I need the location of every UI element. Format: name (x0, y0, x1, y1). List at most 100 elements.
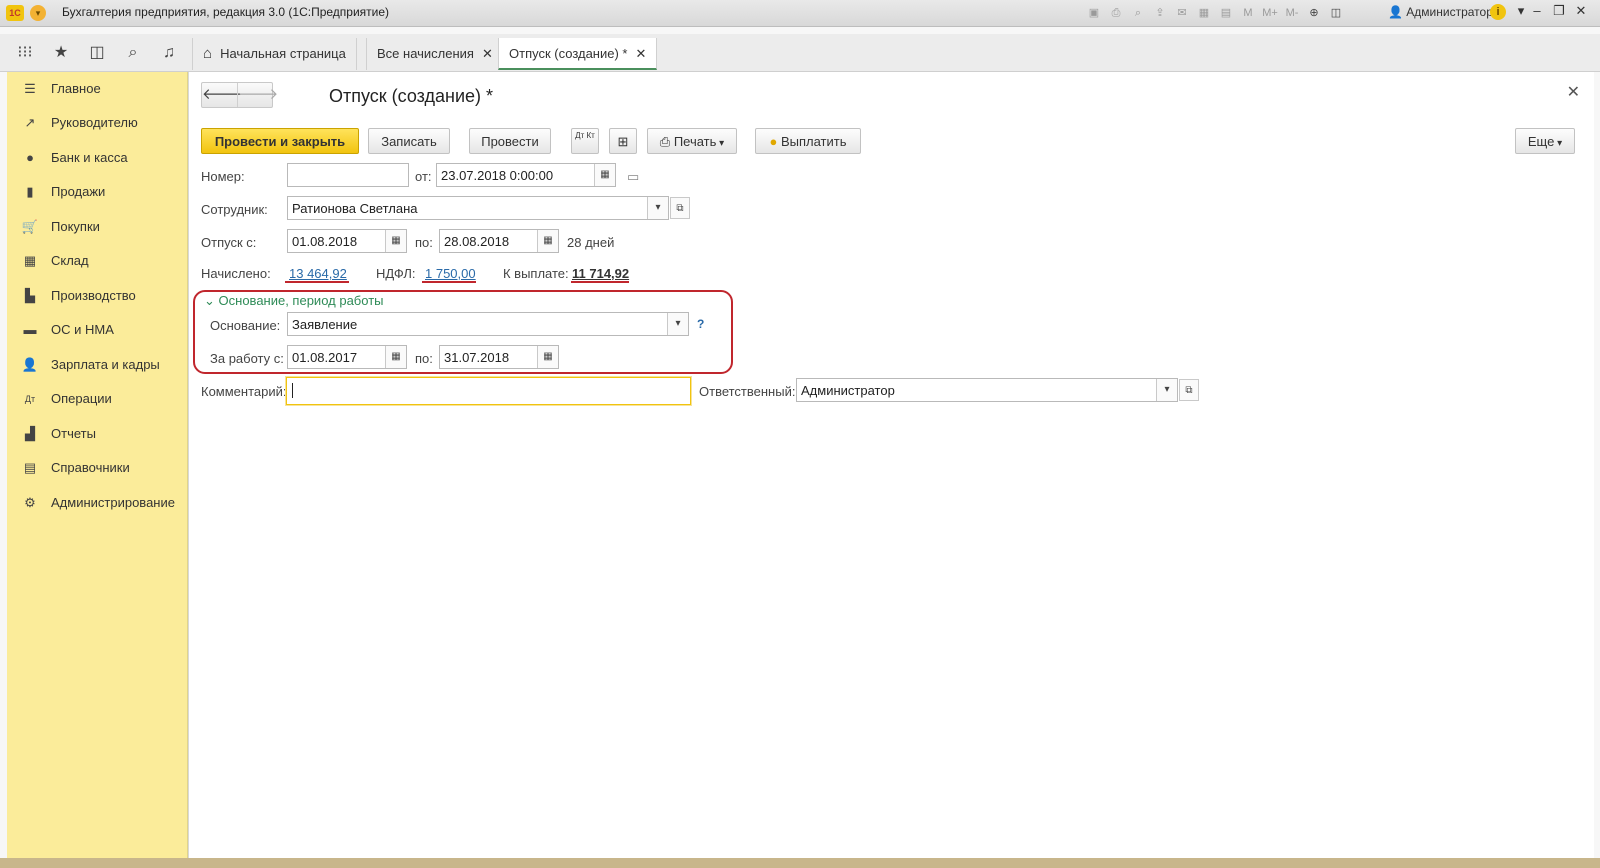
close-window-icon[interactable]: ✕ (1572, 3, 1590, 19)
sidebar-item-warehouse[interactable]: ▦ Склад (7, 248, 187, 274)
vacation-to-label: по: (415, 235, 433, 250)
upload-icon[interactable]: ⇪ (1151, 4, 1169, 22)
chevron-down-icon[interactable]: ▾ (1156, 379, 1177, 401)
memory-m-button[interactable]: M (1239, 4, 1257, 22)
restore-icon[interactable]: ❐ (1550, 3, 1568, 19)
number-label: Номер: (201, 169, 245, 184)
group-basis-period[interactable]: ⌄ Основание, период работы (204, 293, 384, 309)
gear-icon: ⚙ (24, 495, 36, 510)
to-pay-value: 11 714,92 (572, 266, 630, 281)
tab-label: Начальная страница (220, 46, 346, 61)
calendar-icon[interactable]: ▦ (594, 164, 615, 186)
history-icon[interactable]: ◫ (87, 43, 107, 63)
vacation-from-field[interactable]: 01.08.2018 ▦ (287, 229, 407, 253)
work-to-field[interactable]: 31.07.2018 ▦ (439, 345, 559, 369)
print-button[interactable]: ⎙ Печать (647, 128, 737, 154)
text-cursor (292, 383, 297, 398)
employee-field[interactable]: Ратионова Светлана ▾ (287, 196, 669, 220)
memory-plus-button[interactable]: M+ (1261, 4, 1279, 22)
from-label: от: (415, 169, 432, 184)
sidebar-item-sales[interactable]: ▮ Продажи (7, 179, 187, 205)
number-field[interactable] (287, 163, 409, 187)
person-icon: 👤 (21, 357, 39, 372)
ndfl-highlight (422, 281, 476, 283)
close-form-icon[interactable]: ✕ (1567, 82, 1580, 102)
sidebar-item-reports[interactable]: ▟ Отчеты (7, 421, 187, 447)
favorites-star-icon[interactable]: ★ (51, 43, 71, 63)
calendar-icon[interactable]: ▦ (537, 230, 558, 252)
details-icon[interactable]: ▭ (627, 169, 639, 185)
work-from-label: За работу с: (210, 351, 284, 366)
ndfl-link[interactable]: 1 750,00 (425, 266, 476, 281)
basis-field[interactable]: Заявление ▾ (287, 312, 689, 336)
app-menu-icon[interactable]: ▾ (30, 5, 46, 21)
vacation-days: 28 дней (567, 235, 615, 250)
memory-minus-button[interactable]: M- (1283, 4, 1301, 22)
more-button[interactable]: Еще (1515, 128, 1575, 154)
app-logo-icon[interactable]: 1С (6, 5, 24, 21)
work-from-field[interactable]: 01.08.2017 ▦ (287, 345, 407, 369)
calendar-icon[interactable]: ▦ (537, 346, 558, 368)
responsible-value: Администратор (801, 383, 895, 398)
comment-input[interactable] (286, 377, 691, 405)
sidebar-item-main[interactable]: ☰ Главное (7, 76, 187, 102)
calendar-icon[interactable]: ▦ (385, 230, 406, 252)
vacation-to-field[interactable]: 28.08.2018 ▦ (439, 229, 559, 253)
work-to-label: по: (415, 351, 433, 366)
work-to-value: 31.07.2018 (444, 350, 510, 365)
sidebar-item-director[interactable]: ↗ Руководителю (7, 110, 187, 136)
chevron-down-icon[interactable]: ▾ (667, 313, 688, 335)
post-and-close-button[interactable]: Провести и закрыть (201, 128, 359, 154)
dt-kt-postings-button[interactable]: Дт Кт (571, 128, 599, 154)
accrued-link[interactable]: 13 464,92 (289, 266, 347, 281)
tab-home[interactable]: ⌂ Начальная страница (192, 38, 357, 70)
printer-icon: ⎙ (659, 134, 671, 149)
responsible-label: Ответственный: (699, 384, 796, 399)
help-icon[interactable]: ? (697, 317, 704, 331)
tab-vacation-create[interactable]: Отпуск (создание) * ✕ (498, 38, 658, 70)
chevron-down-icon[interactable]: ▾ (647, 197, 668, 219)
back-arrow-icon[interactable]: 🡐 (202, 83, 242, 107)
sidebar-item-admin[interactable]: ⚙ Администрирование (7, 490, 187, 516)
calendar-icon[interactable]: ▦ (385, 346, 406, 368)
close-tab-icon[interactable]: ✕ (635, 46, 646, 61)
open-responsible-icon[interactable]: ⧉ (1179, 379, 1199, 401)
current-user[interactable]: 👤 Администратор (1388, 5, 1493, 19)
panels-icon[interactable]: ◫ (1327, 4, 1345, 22)
zoom-icon[interactable]: ⊕ (1305, 4, 1323, 22)
date-field[interactable]: 23.07.2018 0:00:00 ▦ (436, 163, 616, 187)
tab-all-accruals[interactable]: Все начисления ✕ (366, 38, 504, 70)
sidebar-item-catalogs[interactable]: ▤ Справочники (7, 455, 187, 481)
save-icon[interactable]: ▣ (1085, 4, 1103, 22)
send-icon[interactable]: ✉ (1173, 4, 1191, 22)
close-tab-icon[interactable]: ✕ (482, 46, 493, 61)
tab-label: Все начисления (377, 46, 474, 61)
sidebar-item-purchases[interactable]: 🛒 Покупки (7, 214, 187, 240)
notifications-bell-icon[interactable]: ♫ (159, 43, 179, 63)
pay-button[interactable]: ● Выплатить (755, 128, 861, 154)
structure-icon[interactable]: ⊞ (609, 128, 637, 154)
tab-bar: ⁝⁝⁝ ★ ◫ ⌕ ♫ ⌂ Начальная страница Все начи… (0, 34, 1600, 72)
calendar-icon[interactable]: ▤ (1217, 4, 1235, 22)
sidebar-item-production[interactable]: ▙ Производство (7, 283, 187, 309)
forward-arrow-icon[interactable]: 🡒 (237, 83, 278, 107)
responsible-field[interactable]: Администратор ▾ (796, 378, 1178, 402)
info-icon[interactable]: i (1490, 4, 1506, 20)
sidebar-item-assets[interactable]: ▬ ОС и НМА (7, 317, 187, 343)
calculator-icon[interactable]: ▦ (1195, 4, 1213, 22)
minimize-icon[interactable]: – (1528, 3, 1546, 18)
pay-label: Выплатить (780, 134, 847, 149)
post-button[interactable]: Провести (469, 128, 551, 154)
dt-kt-icon: Дт Кт (575, 131, 595, 140)
save-button[interactable]: Записать (368, 128, 450, 154)
accrued-highlight (285, 281, 349, 283)
more-label: Еще (1527, 134, 1555, 149)
search-icon[interactable]: ⌕ (123, 43, 143, 63)
print-icon[interactable]: ⎙ (1107, 4, 1125, 22)
sidebar-item-operations[interactable]: Дт Операции (7, 386, 187, 412)
apps-grid-icon[interactable]: ⁝⁝⁝ (15, 43, 35, 63)
open-employee-icon[interactable]: ⧉ (670, 197, 690, 219)
preview-icon[interactable]: ⌕ (1129, 4, 1147, 22)
sidebar-item-bank[interactable]: ● Банк и касса (7, 145, 187, 171)
sidebar-item-salary[interactable]: 👤 Зарплата и кадры (7, 352, 187, 378)
